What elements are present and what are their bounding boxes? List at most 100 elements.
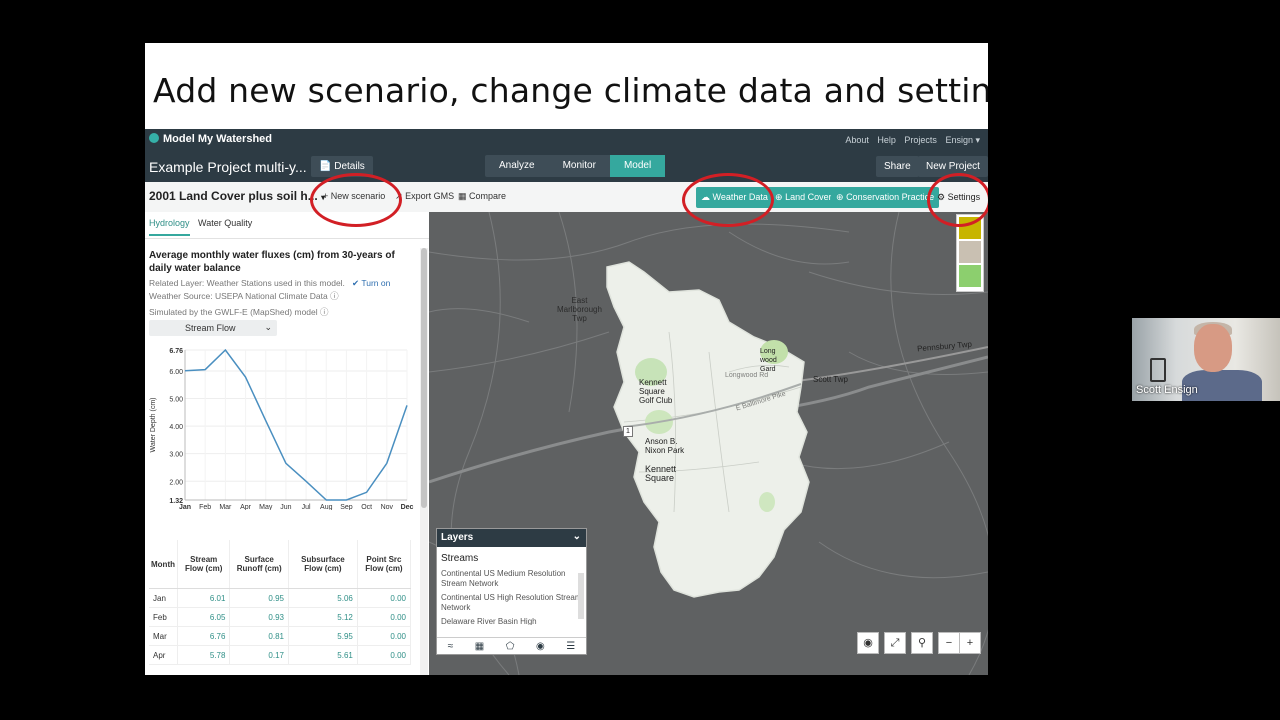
layer-item[interactable]: Continental US High Resolution Stream Ne… [437,591,586,615]
map-view[interactable]: East Marlborough Twp Kennett Square Golf… [429,212,988,675]
x-tick-label: Aug [320,504,333,510]
panel-scrollbar[interactable] [420,248,428,675]
user-menu[interactable]: Ensign ▾ [945,135,980,145]
projects-link[interactable]: Projects [904,135,937,145]
details-label: Details [334,161,365,172]
table-cell: 5.61 [288,645,358,665]
y-tick-label: 6.76 [169,348,183,355]
tab-water-quality[interactable]: Water Quality [198,218,252,228]
table-row: Apr 5.78 0.17 5.61 0.00 [149,645,412,665]
table-cell: 6.05 [177,607,231,627]
tabs-divider [145,238,429,239]
plus-circle-icon: ⊕ [775,192,783,202]
layer-item[interactable]: Continental US Medium Resolution Stream … [437,567,586,591]
x-tick-label: Jan [179,504,191,510]
project-title[interactable]: Example Project multi-y... [149,159,307,175]
col-point-src-flow[interactable]: Point Src Flow (cm) [357,540,412,589]
conservation-label: Conservation Practice [846,192,935,202]
x-tick-label: Sep [340,504,353,510]
tab-analyze[interactable]: Analyze [485,155,549,177]
tab-hydrology[interactable]: Hydrology [149,218,190,236]
col-stream-flow[interactable]: Stream Flow (cm) [177,540,231,589]
share-button[interactable]: Share [876,156,919,177]
slide-title: Add new scenario, change climate data an… [153,71,988,110]
export-gms-button[interactable]: ↗ Export GMS [395,191,454,202]
scenario-bar: 2001 Land Cover plus soil h... ▾ + New s… [145,182,988,213]
info-icon[interactable]: ⓘ [330,291,339,301]
table-cell: 5.12 [288,607,358,627]
map-pin-icon[interactable]: ⚲ [911,632,933,654]
watershed-logo-icon [149,133,159,143]
project-bar: Example Project multi-y... 📄 Details Ana… [145,152,988,182]
land-cover-button[interactable]: ⊕ Land Cover [770,187,837,208]
y-tick-label: 2.00 [169,479,183,486]
scenario-title[interactable]: 2001 Land Cover plus soil h... ▾ [149,189,325,203]
map-label-east-marlborough: East Marlborough Twp [557,296,602,323]
tab-model[interactable]: Model [609,155,666,177]
results-heading: Average monthly water fluxes (cm) from 3… [149,250,395,274]
compare-button[interactable]: ▦ Compare [458,191,506,202]
x-tick-label: Dec [401,504,414,510]
fullscreen-icon[interactable]: ⤢ [884,632,906,654]
tab-monitor[interactable]: Monitor [549,155,610,177]
y-tick-label: 3.00 [169,452,183,459]
x-tick-label: May [259,504,273,510]
map-label-longwood-gardens: Long wood Gard [760,348,777,373]
land-cover-label: Land Cover [785,192,832,202]
col-subsurface-flow[interactable]: Subsurface Flow (cm) [288,540,358,589]
locate-icon[interactable]: ◉ [857,632,879,654]
layers-stack-icon[interactable]: ☰ [566,641,575,652]
col-surface-runoff[interactable]: Surface Runoff (cm) [229,540,289,589]
zoom-in-button[interactable]: + [959,632,981,654]
table-cell: Mar [149,626,178,646]
mode-tabs: Analyze Monitor Model [485,155,666,177]
conservation-practice-button[interactable]: ⊕ Conservation Practice [831,187,940,208]
stream-flow-line [184,348,408,501]
table-cell: 0.93 [229,607,289,627]
y-axis-label: Water Depth (cm) [150,398,157,453]
help-link[interactable]: Help [877,135,896,145]
route-shield: 1 [623,426,633,437]
compare-label: Compare [469,191,507,201]
map-label-longwood-rd: Longwood Rd [725,372,769,379]
table-row: Feb 6.05 0.93 5.12 0.00 [149,607,412,627]
streams-icon[interactable]: ≈ [448,641,454,652]
layers-panel: Layers ⌄ Streams Continental US Medium Re… [436,528,587,655]
layers-scrollbar[interactable] [578,573,584,619]
grid-icon: ▦ [458,191,467,201]
layers-title: Layers [441,532,474,543]
x-tick-label: Oct [361,504,372,510]
col-month[interactable]: Month [149,540,178,589]
weather-source-line: Weather Source: USEPA National Climate D… [149,290,339,302]
brand-logo[interactable]: Model My Watershed [149,133,272,145]
presenter-video: Scott Ensign [1132,318,1280,401]
y-tick-label: 4.00 [169,424,183,431]
signal-icon[interactable]: ◉ [536,641,545,652]
turn-on-link[interactable]: ✔ Turn on [352,278,390,288]
about-link[interactable]: About [845,135,869,145]
layers-toolbar: ≈ ▦ ⬠ ◉ ☰ [437,637,586,654]
table-cell: 0.00 [357,626,412,646]
table-cell: 0.95 [229,588,289,608]
layers-header[interactable]: Layers ⌄ [437,529,586,547]
map-label-golf-club: Kennett Square Golf Club [639,378,673,405]
results-tabs: Hydrology Water Quality [149,218,258,236]
table-cell: 5.78 [177,645,231,665]
info-icon[interactable]: ⓘ [320,307,329,317]
table-cell: 0.17 [229,645,289,665]
zoom-out-button[interactable]: − [938,632,960,654]
x-tick-label: Feb [199,504,211,510]
highlight-circle-weather-data [682,173,774,227]
layer-item[interactable]: Delaware River Basin High [437,615,586,625]
chevron-down-icon[interactable]: ⌄ [573,531,581,542]
export-label: Export GMS [405,191,455,201]
presenter-face [1194,324,1232,372]
boundary-icon[interactable]: ⬠ [506,641,515,652]
variable-select[interactable]: Stream Flow ⌄ [149,320,277,336]
x-tick-label: Jun [280,504,291,510]
table-cell: 0.00 [357,607,412,627]
grid-icon[interactable]: ▦ [475,641,484,652]
scrollbar-thumb[interactable] [421,248,427,508]
plus-circle-icon: ⊕ [836,192,844,202]
table-cell: 6.76 [177,626,231,646]
